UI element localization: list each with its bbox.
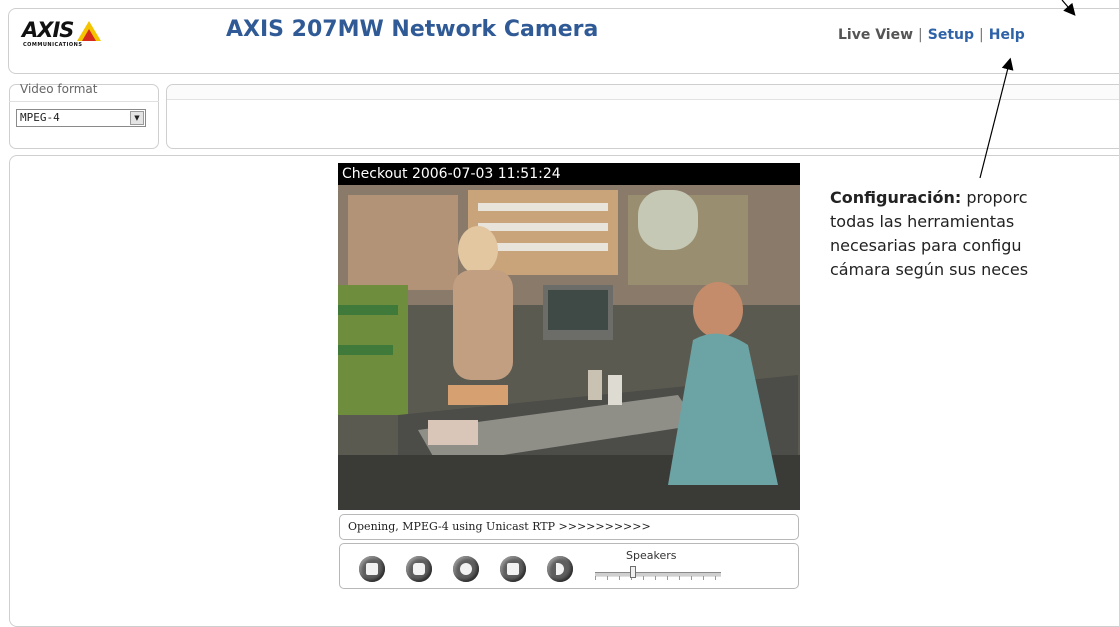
logo-triangle-icon: [77, 21, 101, 41]
fullscreen-button[interactable]: [500, 556, 526, 582]
annotation-line: cámara según sus neces: [830, 260, 1029, 279]
setup-annotation: Configuración: proporc todas las herrami…: [830, 186, 1119, 282]
stop-icon: [366, 563, 378, 575]
speaker-icon: [556, 563, 564, 575]
snapshot-icon: [413, 563, 425, 575]
annotation-line: todas las herramientas: [830, 212, 1015, 231]
snapshot-button[interactable]: [406, 556, 432, 582]
annotation-term: Configuración:: [830, 188, 962, 207]
record-icon: [460, 563, 472, 575]
panel-tab-strip: [167, 85, 1119, 100]
speakers-label: Speakers: [626, 549, 677, 562]
player-controls: Speakers: [339, 543, 799, 589]
video-format-select[interactable]: MPEG-4 ▼: [16, 109, 146, 127]
top-navigation: Live View | Setup | Help: [838, 27, 1025, 43]
video-format-value: MPEG-4: [20, 111, 60, 124]
toolbar-panel: [166, 84, 1119, 149]
nav-setup-link[interactable]: Setup: [928, 27, 974, 43]
slider-handle[interactable]: [629, 566, 636, 578]
annotation-line: proporc: [961, 188, 1028, 207]
fullscreen-icon: [507, 563, 519, 575]
annotation-line: necesarias para configu: [830, 236, 1022, 255]
logo-wordmark: AXIS: [22, 18, 74, 42]
nav-separator: |: [979, 27, 984, 43]
speaker-volume-slider[interactable]: [595, 572, 721, 580]
page-title: AXIS 207MW Network Camera: [226, 17, 599, 42]
record-button[interactable]: [453, 556, 479, 582]
logo-subtext: COMMUNICATIONS: [23, 42, 83, 48]
stream-status-bar: Opening, MPEG-4 using Unicast RTP >>>>>>…: [339, 514, 799, 540]
nav-help-link[interactable]: Help: [989, 27, 1025, 43]
axis-logo[interactable]: AXIS COMMUNICATIONS: [22, 18, 112, 54]
speaker-button[interactable]: [547, 556, 573, 582]
video-format-label: Video format: [20, 82, 98, 96]
nav-live-view[interactable]: Live View: [838, 27, 913, 43]
nav-separator: |: [918, 27, 923, 43]
stop-button[interactable]: [359, 556, 385, 582]
live-video-stream[interactable]: [338, 185, 800, 510]
stream-status-text: Opening, MPEG-4 using Unicast RTP >>>>>>…: [348, 520, 651, 533]
video-frame-image: [338, 185, 800, 510]
slider-ticks: [595, 576, 721, 580]
video-overlay-text: Checkout 2006-07-03 11:51:24: [338, 163, 800, 185]
chevron-down-icon[interactable]: ▼: [130, 111, 144, 125]
